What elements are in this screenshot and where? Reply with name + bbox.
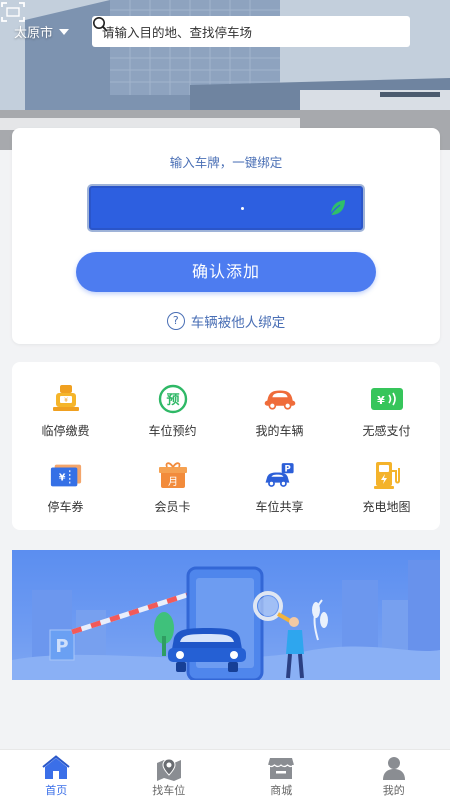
service-label: 我的车辆: [255, 424, 304, 438]
service-member-card[interactable]: 月 会员卡: [119, 458, 226, 528]
reserve-icon: 预: [158, 384, 187, 414]
other-bind-label: 车辆被他人绑定: [190, 315, 286, 331]
profile-icon: [382, 757, 405, 780]
search-icon: [93, 17, 108, 32]
tab-profile[interactable]: 我的: [338, 750, 450, 800]
svg-text:月: 月: [168, 476, 178, 488]
services-grid: ¥ 临停缴费 预 车位预约 我的车辆 ¥ 无感支付 ¥ 停车券 月 会员卡 P …: [12, 362, 440, 530]
ticket-icon: ¥: [50, 464, 81, 487]
service-my-cars[interactable]: 我的车辆: [226, 382, 333, 452]
parking-meter-icon: ¥: [52, 385, 79, 411]
store-icon: [267, 758, 295, 779]
chevron-down-icon: [59, 28, 70, 35]
tab-label: 我的: [382, 784, 405, 797]
service-ticket[interactable]: ¥ 停车券: [12, 458, 119, 528]
service-parking-fee[interactable]: ¥ 临停缴费: [12, 382, 119, 452]
tab-home[interactable]: 首页: [0, 750, 113, 800]
confirm-add-button[interactable]: 确认添加: [76, 252, 376, 292]
home-icon: [42, 755, 70, 779]
tab-find-parking[interactable]: 找车位: [113, 750, 226, 800]
plate-separator-dot: [241, 207, 244, 210]
contactless-pay-icon: ¥: [370, 388, 403, 410]
plate-input[interactable]: [87, 184, 365, 232]
service-label: 临停缴费: [41, 424, 90, 438]
parking-illustration: P: [12, 560, 440, 680]
service-label: 充电地图: [362, 500, 411, 514]
share-parking-icon: P: [265, 463, 294, 487]
tab-label: 找车位: [152, 784, 186, 797]
car-icon: [264, 390, 295, 410]
bind-plate-card: 输入车牌，一键绑定 确认添加 ? 车辆被他人绑定: [12, 128, 440, 344]
service-label: 车位预约: [148, 424, 197, 438]
vehicle-bound-by-others-link[interactable]: ? 车辆被他人绑定: [12, 311, 440, 331]
svg-text:¥: ¥: [377, 394, 385, 407]
service-label: 无感支付: [362, 424, 411, 438]
svg-text:¥: ¥: [64, 397, 68, 404]
new-energy-leaf-icon[interactable]: [327, 197, 349, 219]
city-label: 太原市: [14, 26, 54, 41]
service-contactless-pay[interactable]: ¥ 无感支付: [333, 382, 440, 452]
service-reserve[interactable]: 预 车位预约: [119, 382, 226, 452]
service-label: 车位共享: [255, 500, 304, 514]
service-label: 会员卡: [154, 500, 191, 514]
svg-text:P: P: [55, 636, 68, 657]
tab-label: 商城: [270, 784, 293, 797]
bind-tip: 输入车牌，一键绑定: [169, 155, 283, 170]
promo-banner[interactable]: P: [12, 550, 440, 680]
scan-icon[interactable]: [0, 0, 26, 24]
bottom-tab-bar: 首页 找车位 商城 我的: [0, 749, 450, 800]
city-selector[interactable]: 太原市: [14, 22, 70, 41]
svg-text:¥: ¥: [58, 473, 65, 484]
find-parking-icon: [156, 758, 181, 781]
question-icon: ?: [166, 312, 185, 330]
tab-store[interactable]: 商城: [225, 750, 338, 800]
service-share-parking[interactable]: P 车位共享: [226, 458, 333, 528]
svg-text:P: P: [284, 465, 290, 475]
svg-text:预: 预: [166, 393, 179, 408]
tab-label: 首页: [45, 784, 68, 797]
search-placeholder: 请输入目的地、查找停车场: [102, 25, 253, 40]
service-label: 停车券: [47, 500, 84, 514]
search-input[interactable]: 请输入目的地、查找停车场: [92, 16, 410, 47]
member-card-icon: 月: [158, 462, 187, 488]
charging-icon: [373, 462, 400, 489]
service-charging-map[interactable]: 充电地图: [333, 458, 440, 528]
